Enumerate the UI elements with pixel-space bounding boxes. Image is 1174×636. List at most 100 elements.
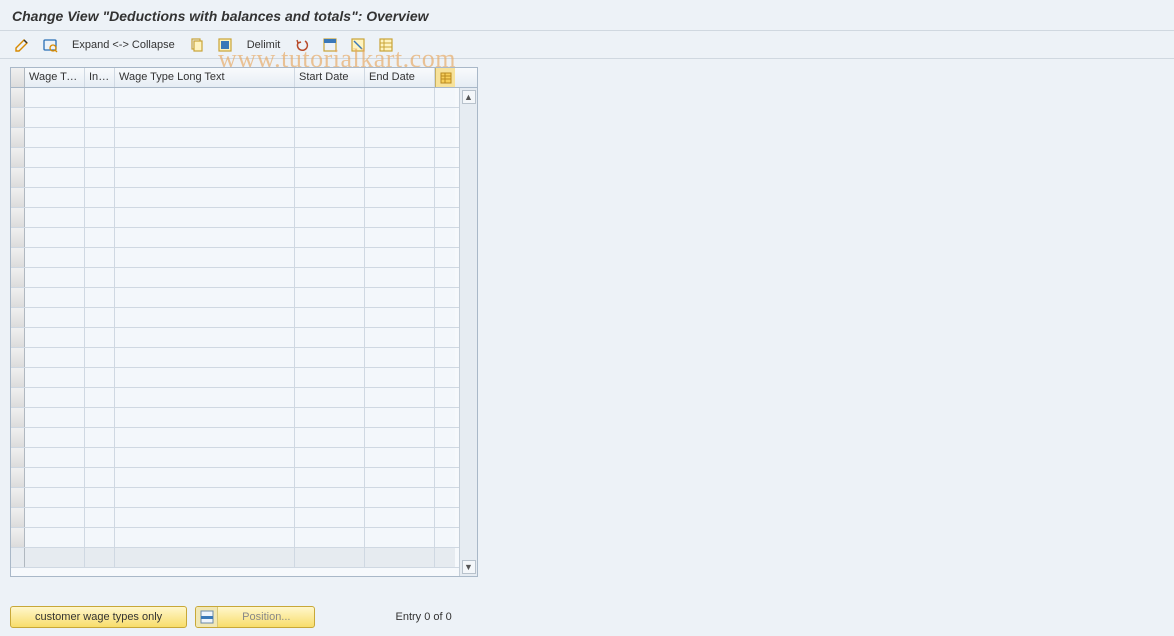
table-row[interactable] (11, 268, 459, 288)
cell-end-date[interactable] (365, 268, 435, 287)
cell-infotype[interactable] (85, 548, 115, 567)
cell-long-text[interactable] (115, 468, 295, 487)
cell-end-date[interactable] (365, 328, 435, 347)
cell-wage-type[interactable] (25, 328, 85, 347)
row-selector[interactable] (11, 108, 25, 127)
cell-wage-type[interactable] (25, 268, 85, 287)
cell-start-date[interactable] (295, 428, 365, 447)
toggle-change-icon[interactable] (10, 35, 34, 55)
cell-wage-type[interactable] (25, 88, 85, 107)
cell-start-date[interactable] (295, 108, 365, 127)
row-selector[interactable] (11, 368, 25, 387)
cell-end-date[interactable] (365, 148, 435, 167)
cell-start-date[interactable] (295, 248, 365, 267)
undo-icon[interactable] (290, 35, 314, 55)
cell-wage-type[interactable] (25, 548, 85, 567)
cell-end-date[interactable] (365, 548, 435, 567)
cell-infotype[interactable] (85, 508, 115, 527)
cell-start-date[interactable] (295, 288, 365, 307)
cell-wage-type[interactable] (25, 188, 85, 207)
cell-wage-type[interactable] (25, 208, 85, 227)
row-selector[interactable] (11, 88, 25, 107)
cell-wage-type[interactable] (25, 108, 85, 127)
column-header-long-text[interactable]: Wage Type Long Text (115, 68, 295, 87)
cell-infotype[interactable] (85, 168, 115, 187)
cell-wage-type[interactable] (25, 248, 85, 267)
row-selector[interactable] (11, 228, 25, 247)
table-row[interactable] (11, 488, 459, 508)
table-row[interactable] (11, 308, 459, 328)
cell-end-date[interactable] (365, 208, 435, 227)
table-row[interactable] (11, 148, 459, 168)
cell-end-date[interactable] (365, 468, 435, 487)
cell-long-text[interactable] (115, 108, 295, 127)
cell-end-date[interactable] (365, 508, 435, 527)
cell-long-text[interactable] (115, 368, 295, 387)
cell-infotype[interactable] (85, 88, 115, 107)
table-row[interactable] (11, 528, 459, 548)
cell-infotype[interactable] (85, 528, 115, 547)
cell-end-date[interactable] (365, 528, 435, 547)
position-button[interactable]: Position... (195, 606, 315, 628)
deselect-all-icon[interactable] (346, 35, 370, 55)
cell-start-date[interactable] (295, 328, 365, 347)
row-selector[interactable] (11, 348, 25, 367)
table-row[interactable] (11, 548, 459, 568)
cell-infotype[interactable] (85, 408, 115, 427)
cell-start-date[interactable] (295, 388, 365, 407)
cell-infotype[interactable] (85, 108, 115, 127)
row-selector[interactable] (11, 508, 25, 527)
cell-start-date[interactable] (295, 488, 365, 507)
cell-long-text[interactable] (115, 288, 295, 307)
row-selector[interactable] (11, 168, 25, 187)
row-selector[interactable] (11, 248, 25, 267)
cell-infotype[interactable] (85, 148, 115, 167)
cell-wage-type[interactable] (25, 428, 85, 447)
cell-start-date[interactable] (295, 188, 365, 207)
table-row[interactable] (11, 368, 459, 388)
row-selector[interactable] (11, 128, 25, 147)
table-row[interactable] (11, 228, 459, 248)
cell-long-text[interactable] (115, 268, 295, 287)
row-selector[interactable] (11, 188, 25, 207)
table-row[interactable] (11, 408, 459, 428)
cell-start-date[interactable] (295, 308, 365, 327)
row-selector[interactable] (11, 208, 25, 227)
cell-end-date[interactable] (365, 88, 435, 107)
cell-long-text[interactable] (115, 528, 295, 547)
cell-long-text[interactable] (115, 88, 295, 107)
table-row[interactable] (11, 428, 459, 448)
row-selector[interactable] (11, 388, 25, 407)
cell-end-date[interactable] (365, 488, 435, 507)
cell-end-date[interactable] (365, 228, 435, 247)
cell-wage-type[interactable] (25, 228, 85, 247)
cell-start-date[interactable] (295, 348, 365, 367)
cell-end-date[interactable] (365, 448, 435, 467)
selection-column-header[interactable] (11, 68, 25, 87)
cell-infotype[interactable] (85, 448, 115, 467)
row-selector[interactable] (11, 528, 25, 547)
cell-wage-type[interactable] (25, 348, 85, 367)
cell-end-date[interactable] (365, 248, 435, 267)
cell-wage-type[interactable] (25, 508, 85, 527)
cell-long-text[interactable] (115, 348, 295, 367)
cell-end-date[interactable] (365, 188, 435, 207)
cell-infotype[interactable] (85, 288, 115, 307)
row-selector[interactable] (11, 468, 25, 487)
cell-end-date[interactable] (365, 408, 435, 427)
cell-long-text[interactable] (115, 428, 295, 447)
cell-wage-type[interactable] (25, 288, 85, 307)
column-header-wage-type[interactable]: Wage Ty... (25, 68, 85, 87)
expand-collapse-button[interactable]: Expand <-> Collapse (66, 39, 181, 51)
cell-infotype[interactable] (85, 248, 115, 267)
cell-long-text[interactable] (115, 328, 295, 347)
cell-wage-type[interactable] (25, 368, 85, 387)
delimit-button[interactable]: Delimit (241, 39, 287, 51)
cell-end-date[interactable] (365, 368, 435, 387)
select-block-icon[interactable] (318, 35, 342, 55)
cell-long-text[interactable] (115, 488, 295, 507)
cell-start-date[interactable] (295, 128, 365, 147)
table-row[interactable] (11, 248, 459, 268)
cell-infotype[interactable] (85, 268, 115, 287)
row-selector[interactable] (11, 428, 25, 447)
